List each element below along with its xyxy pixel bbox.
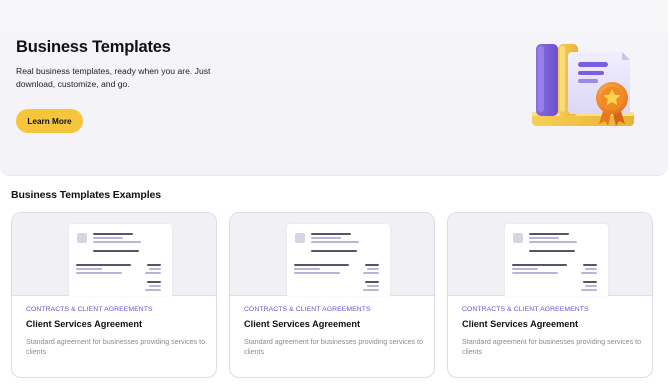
hero-title: Business Templates	[16, 38, 171, 56]
template-title[interactable]: Client Services Agreement	[244, 319, 360, 329]
hero-description: Real business templates, ready when you …	[16, 66, 211, 89]
template-card[interactable]: CONTRACTS & CLIENT AGREEMENTS Client Ser…	[11, 212, 217, 378]
template-category: CONTRACTS & CLIENT AGREEMENTS	[26, 306, 153, 313]
document-preview-icon	[505, 224, 608, 296]
document-preview-icon	[287, 224, 390, 296]
template-preview-thumbnail	[448, 213, 652, 296]
template-card[interactable]: CONTRACTS & CLIENT AGREEMENTS Client Ser…	[447, 212, 653, 378]
learn-more-button[interactable]: Learn More	[16, 109, 83, 133]
template-preview-thumbnail	[12, 213, 216, 296]
document-with-award-ribbon-icon	[532, 44, 634, 126]
template-card[interactable]: CONTRACTS & CLIENT AGREEMENTS Client Ser…	[229, 212, 435, 378]
template-description: Standard agreement for businesses provid…	[462, 338, 642, 356]
template-category: CONTRACTS & CLIENT AGREEMENTS	[462, 306, 589, 313]
template-description: Standard agreement for businesses provid…	[26, 338, 206, 356]
template-preview-thumbnail	[230, 213, 434, 296]
template-title[interactable]: Client Services Agreement	[26, 319, 142, 329]
hero-banner: Business Templates Real business templat…	[0, 0, 668, 176]
template-category: CONTRACTS & CLIENT AGREEMENTS	[244, 306, 371, 313]
examples-section-title: Business Templates Examples	[11, 189, 162, 201]
template-title[interactable]: Client Services Agreement	[462, 319, 578, 329]
document-preview-icon	[69, 224, 172, 296]
template-description: Standard agreement for businesses provid…	[244, 338, 424, 356]
